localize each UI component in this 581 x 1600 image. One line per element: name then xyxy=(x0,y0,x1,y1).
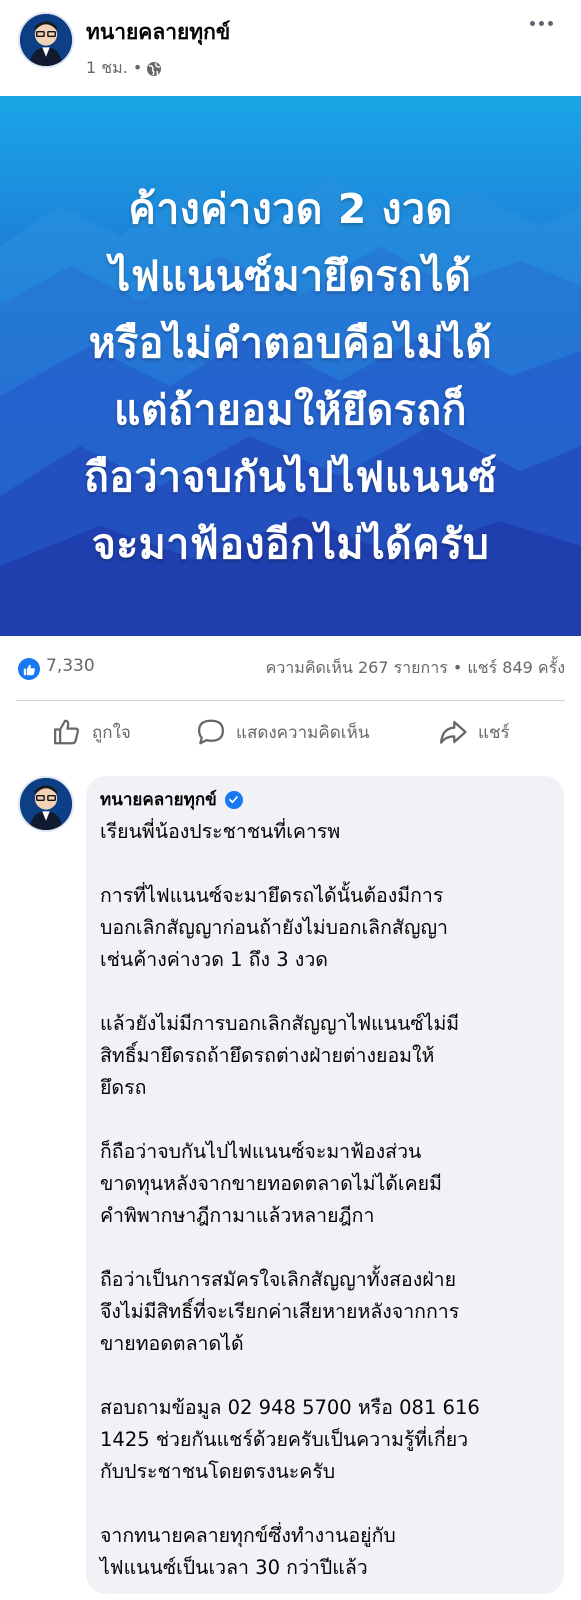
banner-line: หรือไม่คำตอบคือไม่ได้ xyxy=(88,319,493,367)
comments-shares-count[interactable]: ความคิดเห็น 267 รายการ • แชร์ 849 ครั้ง xyxy=(266,656,565,681)
banner-line: ค้างค่างวด 2 งวด xyxy=(128,185,453,233)
author-name[interactable]: ทนายคลายทุกข์ xyxy=(86,16,230,49)
share-label: แชร์ xyxy=(478,722,510,743)
comment-line: การที่ไฟแนนซ์จะมายึดรถได้นั้นต้องมีการ xyxy=(100,884,444,907)
share-arrow-icon xyxy=(440,720,467,744)
comment-author: ทนายคลายทุกข์ xyxy=(100,786,243,813)
comment-line: กับประชาชนโดยตรงนะครับ xyxy=(100,1460,336,1483)
avatar-image xyxy=(20,778,72,830)
banner-text: ค้างค่างวด 2 งวด ไฟแนนซ์มายึดรถได้ หรือไ… xyxy=(0,176,581,578)
thumbs-up-outline-icon xyxy=(54,719,80,745)
divider xyxy=(16,700,565,701)
comment-bubble-icon xyxy=(198,719,224,745)
comment-paragraph: จากทนายคลายทุกข์ซึ่งทำงานอยู่กับ ไฟแนนซ์… xyxy=(100,1520,560,1584)
post-image-banner[interactable]: ค้างค่างวด 2 งวด ไฟแนนซ์มายึดรถได้ หรือไ… xyxy=(0,96,581,636)
comment-line: สอบถามข้อมูล 02 948 5700 หรือ 081 616 xyxy=(100,1396,480,1419)
comment-paragraph: ถือว่าเป็นการสมัครใจเลิกสัญญาทั้งสองฝ่าย… xyxy=(100,1264,560,1360)
comment-button[interactable]: แสดงความคิดเห็น xyxy=(196,712,369,752)
comment-line: ขายทอดตลาดได้ xyxy=(100,1332,244,1355)
post-timestamp[interactable]: 1 ชม. • xyxy=(86,56,142,81)
more-options-icon-dot xyxy=(547,20,553,26)
like-label: ถูกใจ xyxy=(92,722,131,743)
comment-body: เรียนพี่น้องประชาชนที่เคารพ การที่ไฟแนนซ… xyxy=(100,816,560,1584)
comment-paragraph: การที่ไฟแนนซ์จะมายึดรถได้นั้นต้องมีการ บ… xyxy=(100,880,560,976)
more-options-icon-dot xyxy=(529,20,535,26)
comment-line: เช่นค้างค่างวด 1 ถึง 3 งวด xyxy=(100,948,328,971)
comment-line: บอกเลิกสัญญาก่อนถ้ายังไม่บอกเลิกสัญญา xyxy=(100,916,449,939)
share-button[interactable]: แชร์ xyxy=(438,712,510,752)
comment-line: แล้วยังไม่มีการบอกเลิกสัญญาไฟแนนซ์ไม่มี xyxy=(100,1012,460,1035)
thumbs-up-icon xyxy=(23,664,35,675)
banner-line: แต่ถ้ายอมให้ยึดรถก็ xyxy=(114,386,467,434)
comment-paragraph: ก็ถือว่าจบกันไปไฟแนนซ์จะมาฟ้องส่วน ขาดทุ… xyxy=(100,1136,560,1232)
comment-line: ถือว่าเป็นการสมัครใจเลิกสัญญาทั้งสองฝ่าย xyxy=(100,1268,457,1291)
comment-paragraph: เรียนพี่น้องประชาชนที่เคารพ xyxy=(100,816,560,848)
more-options-icon-dot xyxy=(538,20,544,26)
commenter-avatar[interactable] xyxy=(18,776,74,832)
verified-badge-icon xyxy=(224,790,243,809)
comment-author-name[interactable]: ทนายคลายทุกข์ xyxy=(100,786,217,813)
post-action-bar: ถูกใจ แสดงความคิดเห็น แชร์ xyxy=(0,702,581,762)
checkmark-icon xyxy=(229,796,239,804)
comment-paragraph: แล้วยังไม่มีการบอกเลิกสัญญาไฟแนนซ์ไม่มี … xyxy=(100,1008,560,1104)
comment-paragraph: สอบถามข้อมูล 02 948 5700 หรือ 081 616 14… xyxy=(100,1392,560,1488)
comment-line: จึงไม่มีสิทธิ์ที่จะเรียกค่าเสียหายหลังจา… xyxy=(100,1300,460,1323)
comment-line: จากทนายคลายทุกข์ซึ่งทำงานอยู่กับ xyxy=(100,1524,396,1547)
comment-label: แสดงความคิดเห็น xyxy=(236,722,370,743)
comment-line: ยึดรถ xyxy=(100,1076,147,1099)
banner-line: จะมาฟ้องอีกไม่ได้ครับ xyxy=(91,520,490,568)
post-header: ทนายคลายทุกข์ 1 ชม. • xyxy=(0,0,581,96)
banner-line: ถือว่าจบกันไปไฟแนนซ์ xyxy=(84,453,497,501)
comment-bubble: ทนายคลายทุกข์ เรียนพี่น้องประชาชนที่เคาร… xyxy=(86,776,564,1594)
banner-line: ไฟแนนซ์มายึดรถได้ xyxy=(109,252,472,300)
comment-line: สิทธิ์มายึดรถถ้ายึดรถต่างฝ่ายต่างยอมให้ xyxy=(100,1044,435,1067)
like-reaction-icon[interactable] xyxy=(18,658,40,680)
comment-line: ขาดทุนหลังจากขายทอดตลาดไม่ได้เคยมี xyxy=(100,1172,442,1195)
avatar-image xyxy=(20,14,72,66)
like-count[interactable]: 7,330 xyxy=(46,656,95,676)
more-options-button[interactable] xyxy=(521,8,561,38)
comment-line: คำพิพากษาฎีกามาแล้วหลายฎีกา xyxy=(100,1204,375,1227)
comment-line: ไฟแนนซ์เป็นเวลา 30 กว่าปีแล้ว xyxy=(100,1556,368,1579)
comment-line: 1425 ช่วยกันแชร์ด้วยครับเป็นความรู้ที่เก… xyxy=(100,1428,469,1451)
author-avatar[interactable] xyxy=(18,12,74,68)
like-button[interactable]: ถูกใจ xyxy=(52,712,131,752)
comment-line: เรียนพี่น้องประชาชนที่เคารพ xyxy=(100,820,341,843)
globe-icon[interactable] xyxy=(146,61,162,77)
post-meta: 1 ชม. • xyxy=(86,56,162,81)
comment-line: ก็ถือว่าจบกันไปไฟแนนซ์จะมาฟ้องส่วน xyxy=(100,1140,422,1163)
reactions-summary: 7,330 ความคิดเห็น 267 รายการ • แชร์ 849 … xyxy=(0,636,581,700)
